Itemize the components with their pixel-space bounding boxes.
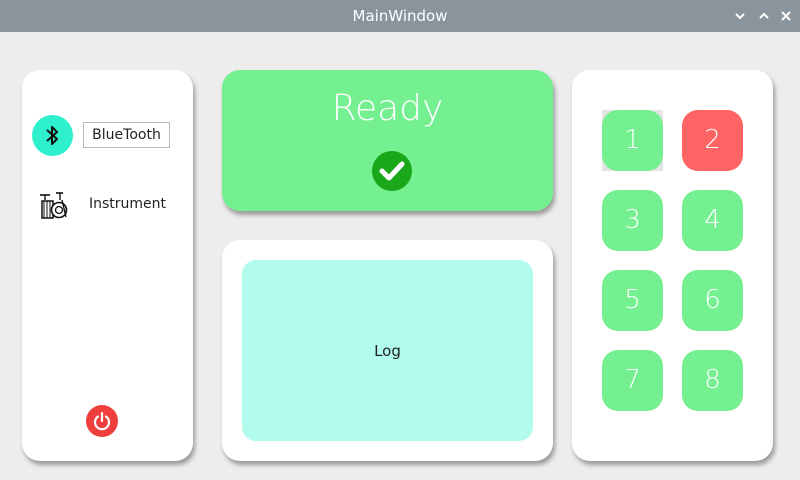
key-4-button[interactable]: 4 (682, 190, 743, 251)
minimize-icon[interactable] (733, 9, 747, 23)
key-3-button[interactable]: 3 (602, 190, 663, 251)
status-text: Ready (331, 88, 444, 129)
drum-kit-icon[interactable] (37, 191, 69, 225)
power-icon (93, 411, 111, 431)
bluetooth-icon-button[interactable] (32, 115, 73, 156)
power-button[interactable] (86, 405, 118, 437)
log-label: Log (374, 342, 401, 360)
close-icon[interactable] (779, 9, 793, 23)
key-1-button[interactable]: 1 (602, 110, 663, 171)
window-title: MainWindow (352, 7, 448, 25)
check-circle-icon (371, 150, 413, 196)
instrument-label[interactable]: Instrument (89, 196, 166, 212)
maximize-icon[interactable] (757, 9, 771, 23)
title-bar: MainWindow (0, 0, 800, 32)
bluetooth-button[interactable]: BlueTooth (83, 122, 170, 148)
key-6-button[interactable]: 6 (682, 270, 743, 331)
key-8-button[interactable]: 8 (682, 350, 743, 411)
bluetooth-icon (46, 126, 58, 145)
key-7-button[interactable]: 7 (602, 350, 663, 411)
key-5-button[interactable]: 5 (602, 270, 663, 331)
key-2-button[interactable]: 2 (682, 110, 743, 171)
